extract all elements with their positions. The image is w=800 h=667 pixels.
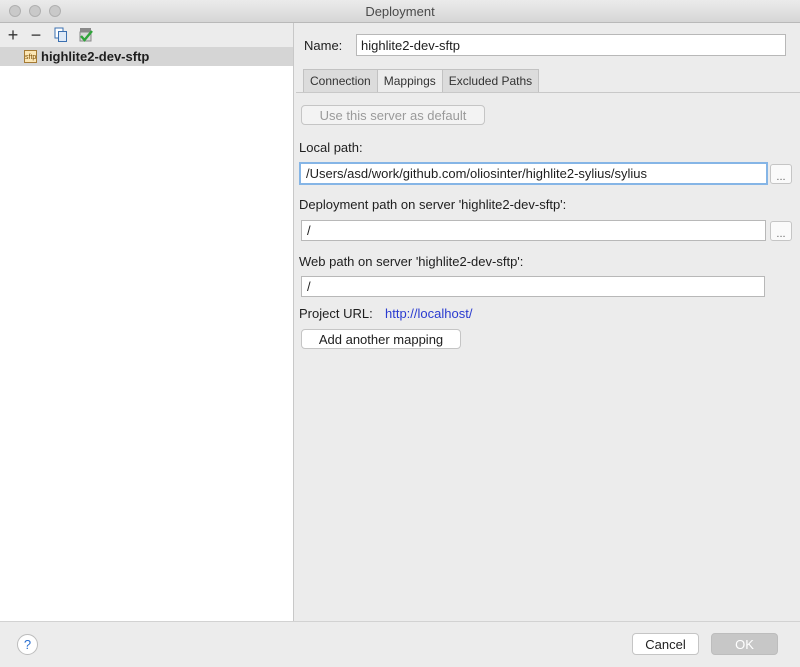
ok-button[interactable]: OK — [711, 633, 778, 655]
copy-icon — [54, 27, 67, 42]
tab-excluded-paths[interactable]: Excluded Paths — [441, 69, 540, 93]
server-details-pane: Name: Connection Mappings Excluded Paths… — [294, 23, 800, 621]
local-path-browse-button[interactable]: ... — [770, 164, 792, 184]
default-server-check-icon — [79, 28, 93, 42]
copy-server-button[interactable] — [51, 25, 71, 45]
deployment-path-label: Deployment path on server 'highlite2-dev… — [299, 197, 567, 212]
server-label: highlite2-dev-sftp — [41, 49, 150, 64]
web-path-label: Web path on server 'highlite2-dev-sftp': — [299, 254, 524, 269]
remove-server-button[interactable]: − — [26, 25, 46, 45]
name-input[interactable] — [356, 34, 786, 56]
tab-bar: Connection Mappings Excluded Paths — [303, 69, 540, 93]
web-path-input[interactable] — [301, 276, 765, 297]
add-server-button[interactable]: + — [3, 25, 23, 45]
deployment-path-browse-button[interactable]: ... — [770, 221, 792, 241]
tab-divider — [296, 92, 800, 93]
cancel-button[interactable]: Cancel — [632, 633, 699, 655]
sftp-server-icon: sftp — [24, 50, 37, 63]
window-title: Deployment — [365, 4, 435, 19]
deployment-path-input[interactable] — [301, 220, 766, 241]
use-as-default-button[interactable]: Use this server as default — [301, 105, 485, 125]
project-url-label: Project URL: — [299, 306, 373, 321]
project-url-link[interactable]: http://localhost/ — [385, 306, 472, 321]
server-toolbar: + − — [0, 23, 293, 47]
add-another-mapping-button[interactable]: Add another mapping — [301, 329, 461, 349]
server-list-item[interactable]: sftp highlite2-dev-sftp — [0, 47, 293, 66]
tab-connection[interactable]: Connection — [303, 69, 377, 93]
local-path-label: Local path: — [299, 140, 363, 155]
dialog-footer: ? Cancel OK — [0, 621, 800, 667]
title-bar: Deployment — [0, 0, 800, 23]
help-button[interactable]: ? — [17, 634, 38, 655]
local-path-input[interactable] — [299, 162, 768, 185]
tab-mappings[interactable]: Mappings — [376, 69, 442, 93]
use-as-default-toolbar-button[interactable] — [76, 25, 96, 45]
name-label: Name: — [304, 38, 343, 53]
server-list-pane: + − sftp highlite2-dev-sftp — [0, 23, 294, 621]
